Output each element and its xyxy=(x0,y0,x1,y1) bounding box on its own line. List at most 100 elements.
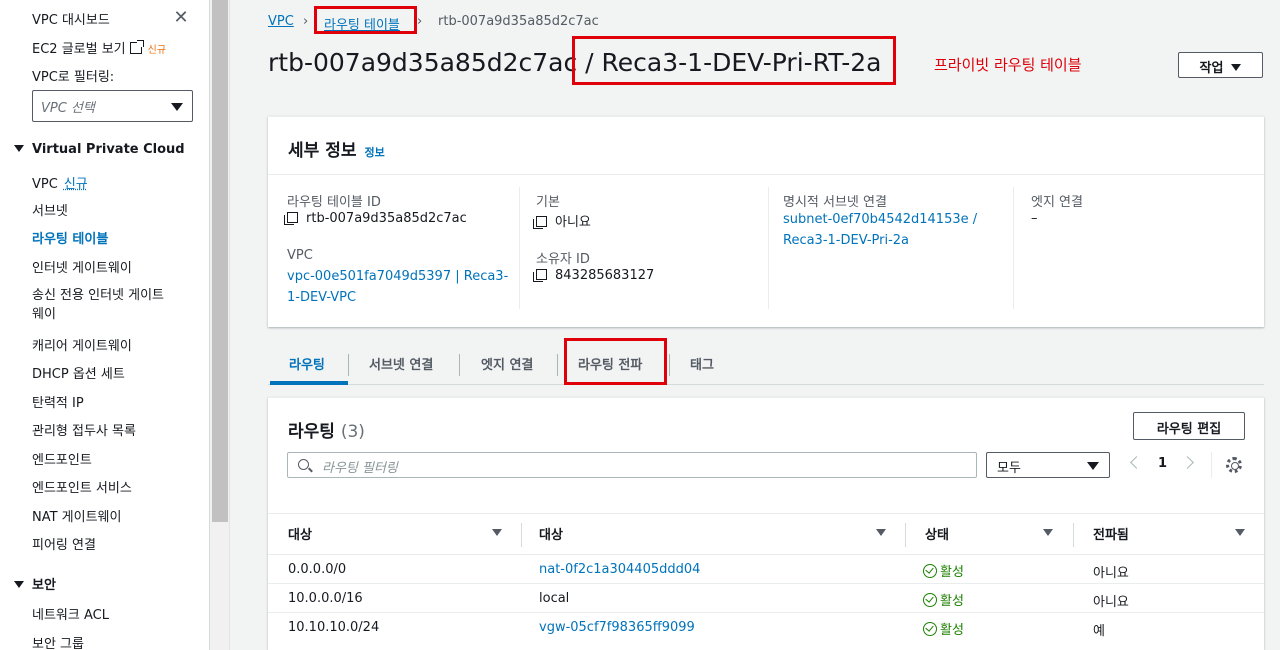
tab-separator xyxy=(557,354,558,376)
filter-label: VPC로 필터링: xyxy=(32,70,115,85)
sidebar-item-vpc[interactable]: VPC 신규 xyxy=(32,173,88,192)
sidebar-item-carrier-gateways[interactable]: 캐리어 게이트웨이 xyxy=(32,335,132,354)
cell-propagated: 아니요 xyxy=(1093,566,1129,581)
sidebar-item-peering[interactable]: 피어링 연결 xyxy=(32,534,96,553)
details-title-text: 세부 정보 xyxy=(288,141,357,161)
card-divider xyxy=(268,174,1264,175)
new-badge: 신규 xyxy=(63,177,88,192)
sidebar-item-security-groups[interactable]: 보안 그룹 xyxy=(32,633,84,650)
explicit-subnet-label: 명시적 서브넷 연결 xyxy=(783,195,887,210)
actions-button[interactable]: 작업 xyxy=(1178,52,1263,78)
column-separator xyxy=(768,187,769,309)
cell-target: local xyxy=(539,591,570,606)
highlight-box-title xyxy=(572,36,896,85)
tabs-baseline xyxy=(268,384,1264,385)
column-header-status[interactable]: 상태 xyxy=(925,524,949,543)
sidebar-scrollbar[interactable] xyxy=(210,0,230,650)
routes-count: (3) xyxy=(340,422,365,442)
main-value-text: 아니요 xyxy=(555,215,591,230)
vpc-link[interactable]: vpc-00e501fa7049d5397 | Reca3- 1-DEV-VPC xyxy=(287,266,508,308)
tab-separator xyxy=(669,354,670,376)
sort-caret-icon[interactable] xyxy=(876,529,886,536)
route-filter-input[interactable]: 라우팅 필터링 xyxy=(287,452,977,478)
copy-icon[interactable] xyxy=(533,269,547,282)
sidebar-item-dashboard[interactable]: VPC 대시보드 xyxy=(32,9,110,28)
main-label: 기본 xyxy=(536,195,560,210)
cell-status: 활성 xyxy=(923,561,964,580)
cell-target-link[interactable]: vgw-05cf7f98365ff9099 xyxy=(539,620,695,635)
route-table-id-text: rtb-007a9d35a85d2c7ac xyxy=(306,211,467,226)
close-icon[interactable]: ✕ xyxy=(172,9,190,27)
row-divider xyxy=(268,583,1264,584)
section-security-title: 보안 xyxy=(32,578,56,593)
route-table-id-value: rtb-007a9d35a85d2c7ac xyxy=(284,211,467,226)
gear-icon[interactable] xyxy=(1226,457,1242,473)
sort-caret-icon[interactable] xyxy=(1235,529,1245,536)
info-link[interactable]: 정보 xyxy=(364,146,384,159)
details-title: 세부 정보 정보 xyxy=(288,136,385,161)
sidebar-item-nat-gateways[interactable]: NAT 게이트웨이 xyxy=(32,506,121,525)
tab-subnet-associations[interactable]: 서브넷 연결 xyxy=(369,354,433,373)
sidebar-item-endpoints[interactable]: 엔드포인트 xyxy=(32,449,92,468)
vpc-link-line2: 1-DEV-VPC xyxy=(287,290,357,305)
chevron-right-icon: › xyxy=(417,14,423,29)
table-header-top-border xyxy=(268,513,1264,514)
route-table-id: rtb-007a9d35a85d2c7ac xyxy=(268,48,578,77)
cell-status: 활성 xyxy=(923,590,964,609)
edit-routes-button[interactable]: 라우팅 편집 xyxy=(1133,412,1245,440)
column-separator xyxy=(1073,523,1074,547)
explicit-subnet-link[interactable]: subnet-0ef70b4542d14153e / Reca3-1-DEV-Pr… xyxy=(783,209,977,251)
sidebar-item-prefix-lists[interactable]: 관리형 접두사 목록 xyxy=(32,420,136,439)
sidebar-item-route-tables[interactable]: 라우팅 테이블 xyxy=(32,228,108,247)
tab-tags[interactable]: 태그 xyxy=(690,354,714,373)
section-vpc-title: Virtual Private Cloud xyxy=(32,142,185,157)
caret-down-icon xyxy=(171,103,183,111)
routes-title: 라우팅 (3) xyxy=(288,417,365,442)
page-number[interactable]: 1 xyxy=(1158,456,1167,471)
column-header-target[interactable]: 대상 xyxy=(539,524,563,543)
tab-separator xyxy=(459,354,460,376)
column-header-propagated[interactable]: 전파됨 xyxy=(1093,524,1129,543)
sidebar-item-network-acl[interactable]: 네트워크 ACL xyxy=(32,604,109,623)
sidebar-item-label: VPC xyxy=(32,177,58,192)
tab-edge-associations[interactable]: 엣지 연결 xyxy=(481,354,533,373)
column-header-destination[interactable]: 대상 xyxy=(288,524,312,543)
vpc-label: VPC xyxy=(287,248,313,263)
route-status-select[interactable]: 모두 xyxy=(986,452,1110,478)
section-security-toggle[interactable]: 보안 xyxy=(14,574,56,593)
sidebar-item-ec2-global[interactable]: EC2 글로벌 보기 신규 xyxy=(32,38,166,57)
vpc-filter-select[interactable]: VPC 선택 xyxy=(32,90,193,122)
column-separator xyxy=(1013,187,1014,309)
sidebar-item-subnets[interactable]: 서브넷 xyxy=(32,200,68,219)
subnet-link-line1: subnet-0ef70b4542d14153e / xyxy=(783,212,978,227)
route-table-id-label: 라우팅 테이블 ID xyxy=(287,195,381,210)
sidebar-item-endpoint-services[interactable]: 엔드포인트 서비스 xyxy=(32,477,132,496)
subnet-link-line2: Reca3-1-DEV-Pri-2a xyxy=(783,233,910,248)
copy-icon[interactable] xyxy=(533,216,547,229)
scrollbar-thumb[interactable] xyxy=(212,0,228,522)
copy-icon[interactable] xyxy=(284,212,298,225)
vpc-link-line1: vpc-00e501fa7049d5397 | Reca3- xyxy=(287,269,509,284)
owner-id-text: 843285683127 xyxy=(555,268,655,283)
sidebar-item-internet-gateways[interactable]: 인터넷 게이트웨이 xyxy=(32,257,132,276)
sort-caret-icon[interactable] xyxy=(1043,529,1053,536)
breadcrumb-vpc[interactable]: VPC xyxy=(268,14,294,29)
toolbar-separator xyxy=(1211,452,1212,478)
tab-routes[interactable]: 라우팅 xyxy=(289,354,325,373)
caret-down-icon xyxy=(1087,462,1099,470)
section-vpc-toggle[interactable]: Virtual Private Cloud xyxy=(14,142,185,157)
column-separator xyxy=(905,523,906,547)
cell-target-link[interactable]: nat-0f2c1a304405ddd04 xyxy=(539,562,700,577)
chevron-right-icon: › xyxy=(303,14,309,29)
caret-down-icon xyxy=(14,581,24,588)
vpc-filter-placeholder: VPC 선택 xyxy=(41,101,95,116)
caret-down-icon xyxy=(1231,64,1242,71)
status-text: 활성 xyxy=(940,623,964,638)
sidebar-item-dhcp-options[interactable]: DHCP 옵션 세트 xyxy=(32,363,125,382)
status-text: 활성 xyxy=(940,565,964,580)
sort-caret-icon[interactable] xyxy=(492,529,502,536)
sidebar-item-egress-only-igw[interactable]: 송신 전용 인터넷 게이트 웨이 xyxy=(32,286,164,324)
caret-down-icon xyxy=(14,145,24,152)
sidebar-item-elastic-ip[interactable]: 탄력적 IP xyxy=(32,392,84,411)
cell-destination: 10.10.10.0/24 xyxy=(288,620,380,635)
